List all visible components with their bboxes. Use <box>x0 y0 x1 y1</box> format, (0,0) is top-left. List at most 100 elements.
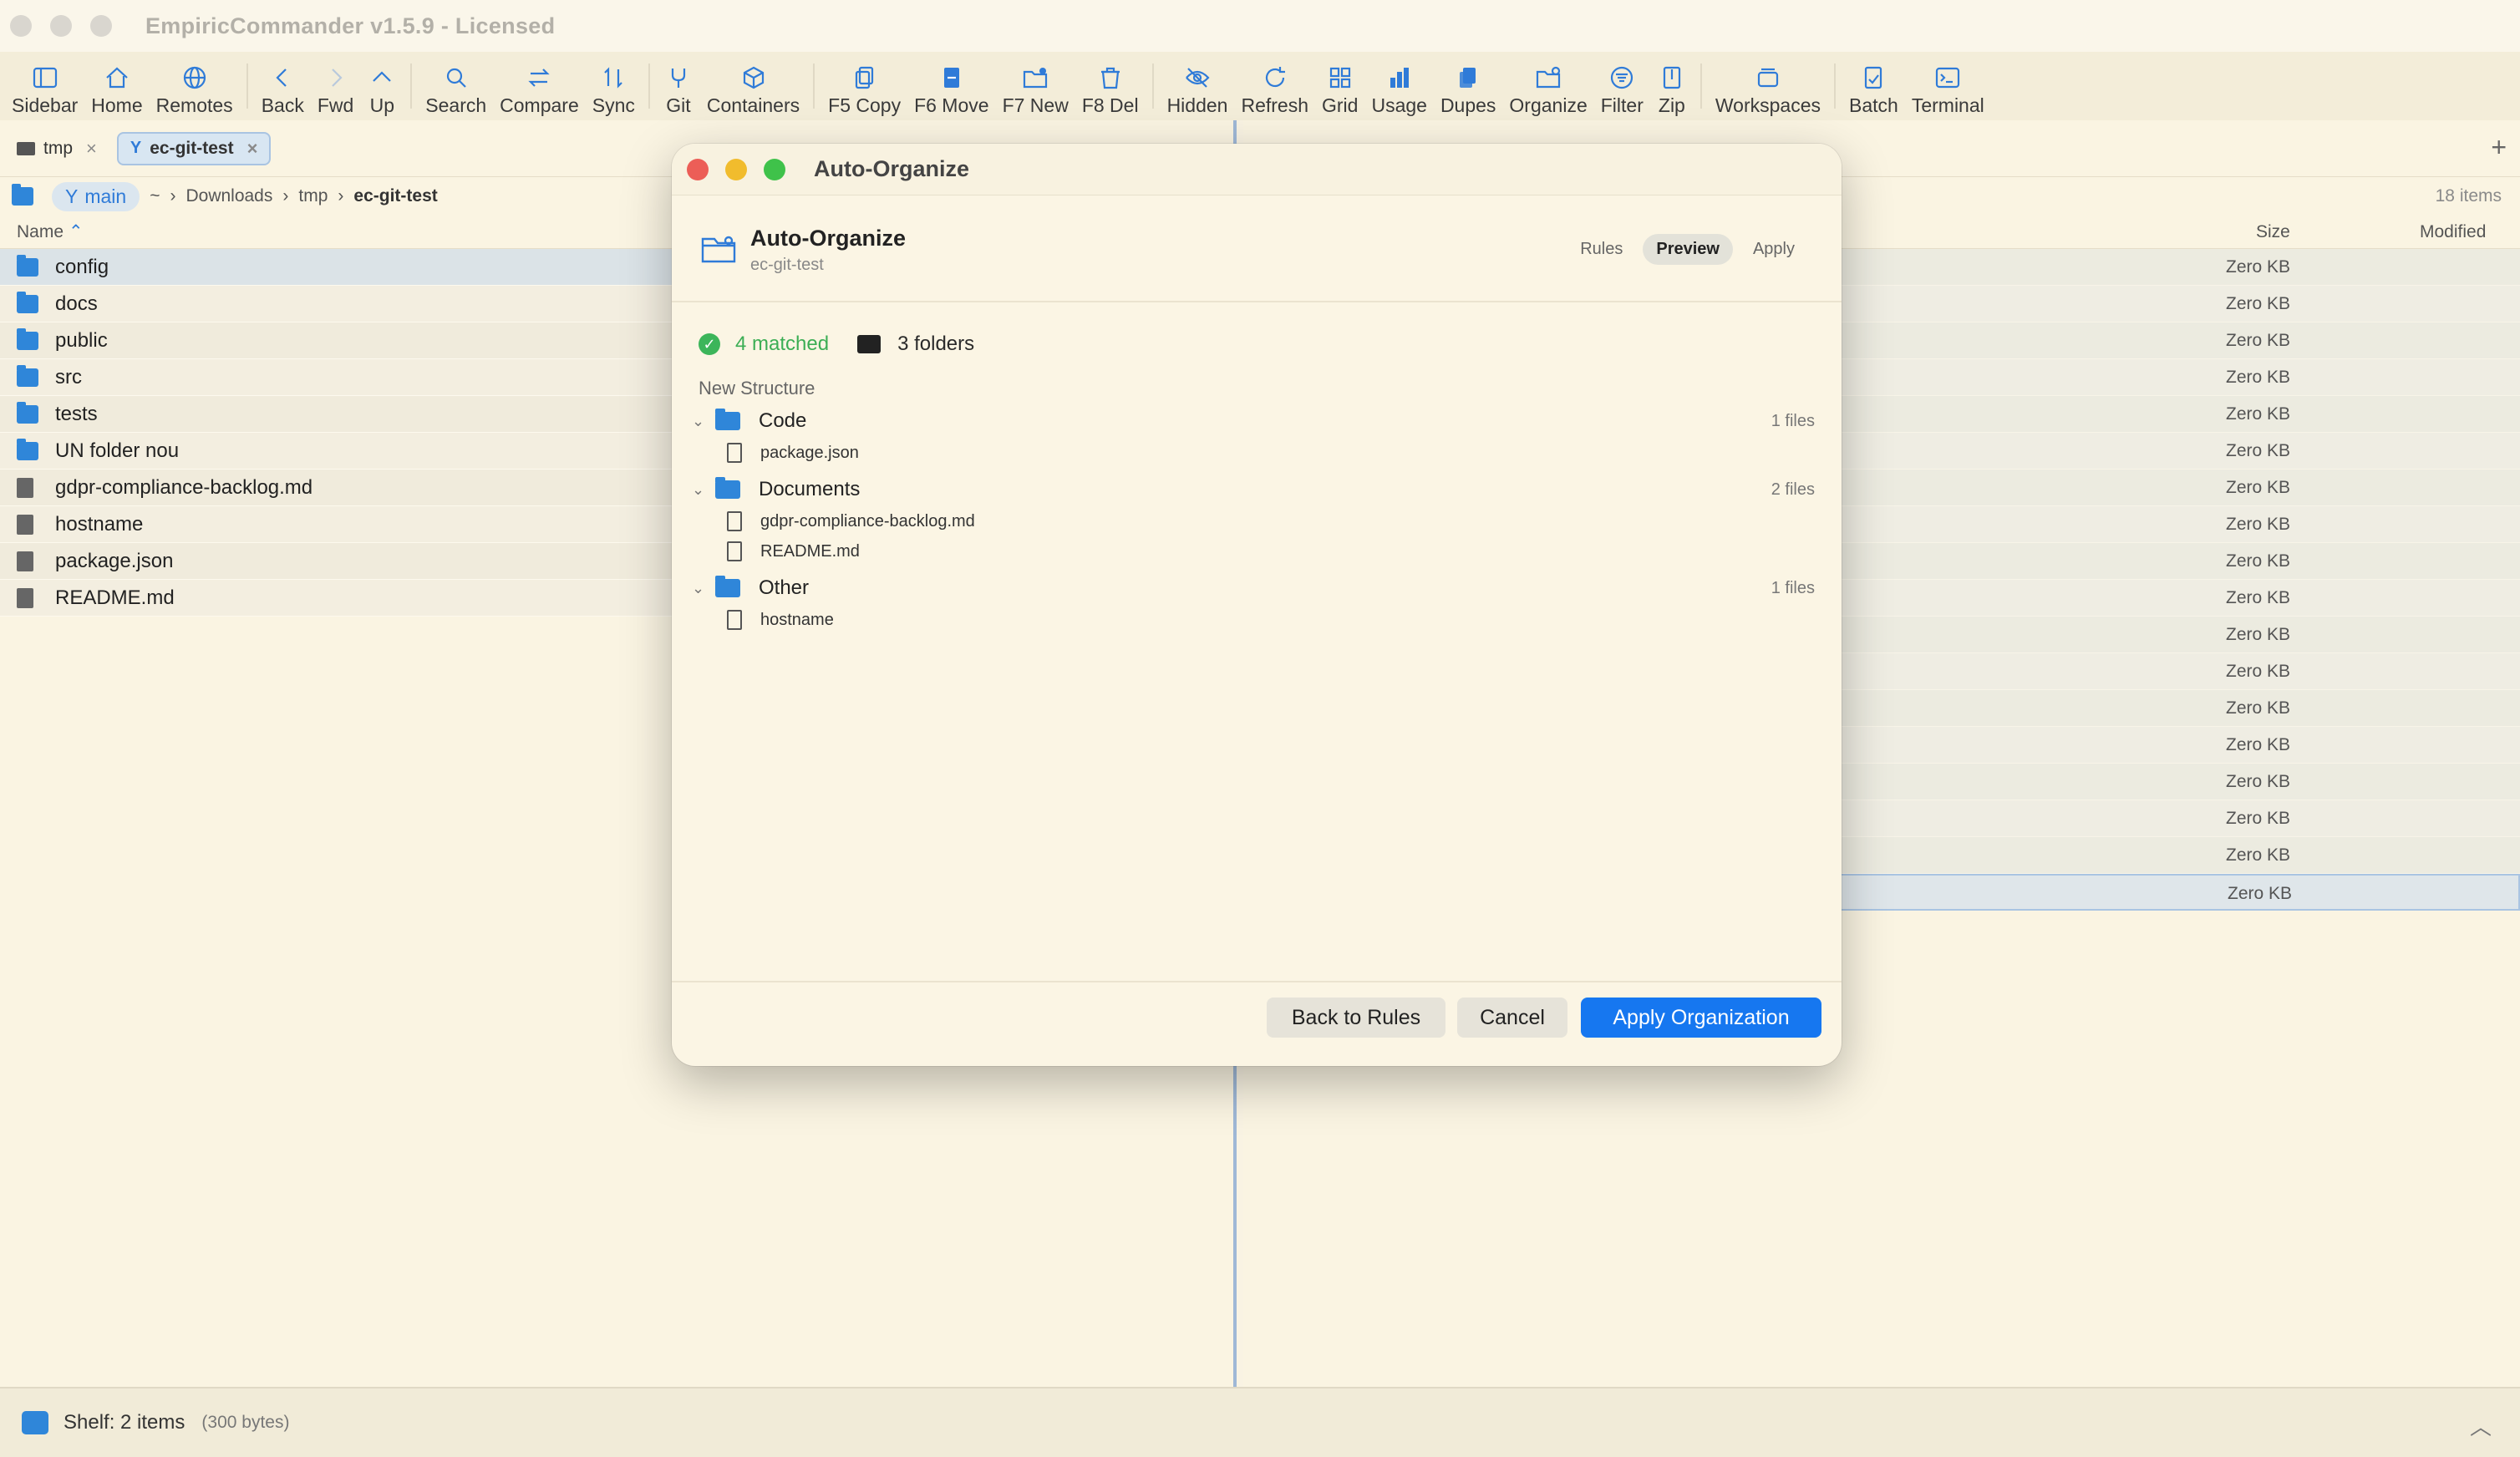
file-size: Zero KB <box>2226 698 2291 718</box>
toolbar-sync-button[interactable]: Sync <box>586 52 642 120</box>
toolbar-label: Filter <box>1600 94 1644 116</box>
shelf-label[interactable]: Shelf: 2 items <box>64 1411 185 1434</box>
git-branch-icon <box>663 63 694 92</box>
minimize-window-button[interactable] <box>725 158 747 180</box>
toolbar-up-button[interactable]: Up <box>360 52 404 120</box>
toolbar-remotes-button[interactable]: Remotes <box>150 52 240 120</box>
zoom-window-button[interactable] <box>764 158 785 180</box>
filter-icon <box>1607 63 1637 92</box>
breadcrumb-tmp[interactable]: tmp <box>298 186 328 206</box>
close-window-button[interactable] <box>10 15 32 37</box>
step-preview[interactable]: Preview <box>1643 234 1733 265</box>
file-icon <box>727 610 742 630</box>
step-rules[interactable]: Rules <box>1567 234 1636 265</box>
dialog-body: ✓ 4 matched 3 folders New Structure ⌄ Cod… <box>672 302 1842 981</box>
folder-icon[interactable] <box>12 184 33 206</box>
toolbar-git-button[interactable]: Git <box>657 52 700 120</box>
toolbar-sidebar-button[interactable]: Sidebar <box>5 52 84 120</box>
toolbar-label: Workspaces <box>1715 94 1821 116</box>
toolbar-hidden-button[interactable]: Hidden <box>1161 52 1235 120</box>
tab-tmp[interactable]: tmp × <box>5 132 109 165</box>
matched-count: 4 matched <box>735 333 830 355</box>
breadcrumb-home[interactable]: ~ <box>150 186 160 206</box>
chevron-up-icon <box>367 63 397 92</box>
back-to-rules-button[interactable]: Back to Rules <box>1267 998 1445 1038</box>
toolbar-dupes-button[interactable]: Dupes <box>1434 52 1502 120</box>
size-column-header[interactable]: Size <box>2256 222 2290 242</box>
toolbar-fwd-button[interactable]: Fwd <box>311 52 360 120</box>
toolbar-label: Remotes <box>155 94 233 116</box>
cancel-button[interactable]: Cancel <box>1457 998 1567 1038</box>
file-name: hostname <box>55 512 144 536</box>
toolbar-filter-button[interactable]: Filter <box>1594 52 1650 120</box>
tree-folder-row[interactable]: ⌄ Other 1 files <box>692 571 1815 605</box>
toolbar-f7-new-button[interactable]: F7 New <box>996 52 1075 120</box>
breadcrumb-separator: › <box>338 186 344 206</box>
tree-file-row: README.md <box>692 536 1815 566</box>
tree-folder-name: Documents <box>759 478 861 500</box>
toolbar-organize-button[interactable]: Organize <box>1502 52 1593 120</box>
tree-folder-name: Code <box>759 409 807 432</box>
toolbar-compare-button[interactable]: Compare <box>493 52 586 120</box>
structure-tree: ⌄ Code 1 files package.json ⌄ Documents 2 file… <box>692 404 1815 640</box>
tree-folder-row[interactable]: ⌄ Code 1 files <box>692 404 1815 438</box>
toolbar-refresh-button[interactable]: Refresh <box>1234 52 1315 120</box>
chevron-down-icon[interactable]: ⌄ <box>692 413 709 430</box>
zoom-window-button[interactable] <box>90 15 112 37</box>
toolbar-grid-button[interactable]: Grid <box>1315 52 1364 120</box>
globe-icon <box>180 63 210 92</box>
dialog-title: Auto-Organize <box>750 226 906 251</box>
sync-icon <box>598 63 628 92</box>
toolbar-label: F6 Move <box>914 94 989 116</box>
file-name: UN folder nou <box>55 439 180 462</box>
tab-label: tmp <box>43 138 74 158</box>
minimize-window-button[interactable] <box>50 15 72 37</box>
chevron-down-icon[interactable]: ⌄ <box>692 481 709 499</box>
branch-selector[interactable]: Y main <box>52 181 140 211</box>
toolbar-zip-button[interactable]: Zip <box>1650 52 1694 120</box>
apply-organization-button[interactable]: Apply Organization <box>1581 998 1821 1038</box>
breadcrumb-separator: › <box>170 186 176 206</box>
file-name: public <box>55 328 108 352</box>
toolbar-batch-button[interactable]: Batch <box>1842 52 1905 120</box>
chevron-down-icon[interactable]: ⌄ <box>692 580 709 597</box>
close-tab-icon[interactable]: × <box>86 138 97 160</box>
file-size: Zero KB <box>2226 404 2291 424</box>
tree-folder-row[interactable]: ⌄ Documents 2 files <box>692 473 1815 506</box>
toolbar-separator <box>1834 63 1836 109</box>
toolbar-separator <box>648 63 650 109</box>
toolbar-f8-del-button[interactable]: F8 Del <box>1075 52 1146 120</box>
toolbar-f6-move-button[interactable]: F6 Move <box>907 52 995 120</box>
modified-column-header[interactable]: Modified <box>2420 222 2486 242</box>
toolbar-terminal-button[interactable]: Terminal <box>1905 52 1991 120</box>
folder-icon <box>17 141 35 155</box>
close-window-button[interactable] <box>687 158 709 180</box>
shelf-icon[interactable] <box>22 1411 48 1434</box>
file-icon <box>727 443 742 463</box>
breadcrumb-current[interactable]: ec-git-test <box>353 186 437 206</box>
chevron-up-icon[interactable]: ︿ <box>2470 1410 2492 1441</box>
toolbar-separator <box>813 63 815 109</box>
file-size: Zero KB <box>2226 478 2291 497</box>
toolbar-home-button[interactable]: Home <box>84 52 149 120</box>
toolbar-f5-copy-button[interactable]: F5 Copy <box>821 52 907 120</box>
toolbar-usage-button[interactable]: Usage <box>1364 52 1433 120</box>
dialog-header: Auto-Organize ec-git-test Rules Preview … <box>672 195 1842 302</box>
tab-ec-git-test[interactable]: Y ec-git-test × <box>116 131 272 165</box>
toolbar-containers-button[interactable]: Containers <box>700 52 806 120</box>
file-size: Zero KB <box>2226 588 2291 607</box>
step-apply[interactable]: Apply <box>1740 234 1808 265</box>
step-selector: Rules Preview Apply <box>1567 234 1808 265</box>
new-tab-button[interactable]: + <box>2491 132 2507 163</box>
check-circle-icon: ✓ <box>699 333 720 355</box>
eye-slash-icon <box>1182 63 1212 92</box>
git-branch-icon: Y <box>130 139 142 157</box>
toolbar-separator <box>1151 63 1154 109</box>
toolbar-back-button[interactable]: Back <box>255 52 311 120</box>
close-tab-icon[interactable]: × <box>247 138 258 160</box>
toolbar-search-button[interactable]: Search <box>419 52 493 120</box>
column-label: Name <box>17 221 64 241</box>
toolbar-workspaces-button[interactable]: Workspaces <box>1709 52 1827 120</box>
breadcrumb-downloads[interactable]: Downloads <box>185 186 272 206</box>
toolbar-label: Terminal <box>1911 94 1984 116</box>
